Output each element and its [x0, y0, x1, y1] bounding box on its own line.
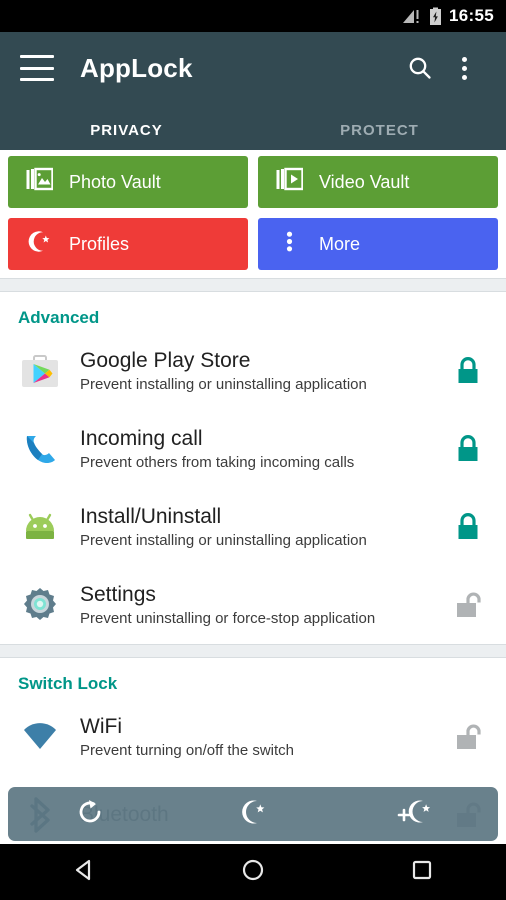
google-play-store-icon — [18, 349, 62, 393]
floating-toolbar — [8, 787, 498, 841]
refresh-icon — [75, 797, 105, 832]
video-vault-icon — [276, 167, 304, 197]
section-divider — [0, 644, 506, 658]
status-bar: 16:55 — [0, 0, 506, 32]
android-robot-icon — [18, 505, 62, 549]
section-title-switch-lock: Switch Lock — [18, 674, 118, 693]
tab-privacy-label: PRIVACY — [90, 121, 163, 139]
photo-vault-button[interactable]: Photo Vault — [8, 156, 248, 208]
hamburger-menu-icon[interactable] — [20, 55, 54, 81]
tab-bar: PRIVACY PROTECT — [0, 104, 506, 156]
list-item-subtitle: Prevent installing or uninstalling appli… — [80, 376, 367, 394]
video-vault-button[interactable]: Video Vault — [258, 156, 498, 208]
list-item-text: Install/Uninstall Prevent installing or … — [80, 505, 430, 550]
gear-icon — [18, 583, 62, 627]
profiles-label: Profiles — [69, 233, 130, 254]
lock-closed-icon[interactable] — [448, 512, 488, 542]
more-label: More — [319, 233, 361, 254]
list-item-title: Google Play Store — [80, 348, 251, 372]
phone-icon — [18, 427, 62, 471]
battery-charging-icon — [429, 7, 442, 26]
photo-vault-icon — [26, 167, 54, 197]
list-item[interactable]: Settings Prevent uninstalling or force-s… — [0, 566, 506, 644]
lock-closed-icon[interactable] — [448, 434, 488, 464]
advanced-list: Google Play Store Prevent installing or … — [0, 332, 506, 644]
section-divider — [0, 278, 506, 292]
search-icon[interactable] — [398, 46, 442, 90]
app-screen: 16:55 AppLock PRIVACY PROTECT Photo Vaul… — [0, 0, 506, 900]
list-item[interactable]: WiFi Prevent turning on/off the switch — [0, 698, 506, 776]
content-area: Photo Vault Video Vault Profiles More Ad… — [0, 150, 506, 844]
list-item-subtitle: Prevent turning on/off the switch — [80, 742, 295, 760]
list-item-text: Google Play Store Prevent installing or … — [80, 349, 430, 394]
lock-closed-icon[interactable] — [448, 356, 488, 386]
refresh-button[interactable] — [8, 787, 171, 841]
back-button[interactable] — [0, 856, 169, 889]
profiles-button[interactable] — [171, 787, 334, 841]
list-item-text: Incoming call Prevent others from taking… — [80, 427, 430, 472]
moon-star-icon — [238, 797, 268, 832]
list-item[interactable]: Install/Uninstall Prevent installing or … — [0, 488, 506, 566]
list-item[interactable]: Incoming call Prevent others from taking… — [0, 410, 506, 488]
photo-vault-label: Photo Vault — [69, 171, 161, 192]
list-item-title: Install/Uninstall — [80, 504, 222, 528]
section-title-advanced: Advanced — [18, 308, 100, 327]
list-item-subtitle: Prevent uninstalling or force-stop appli… — [80, 610, 376, 628]
list-item-title: Incoming call — [80, 426, 203, 450]
list-item[interactable]: Google Play Store Prevent installing or … — [0, 332, 506, 410]
home-icon — [239, 856, 267, 889]
list-item-title: Settings — [80, 582, 156, 606]
quick-action-grid: Photo Vault Video Vault Profiles More — [0, 150, 506, 278]
list-item-text: WiFi Prevent turning on/off the switch — [80, 715, 430, 760]
video-vault-label: Video Vault — [319, 171, 410, 192]
status-bar-clock: 16:55 — [449, 6, 494, 25]
navigation-bar — [0, 844, 506, 900]
home-button[interactable] — [169, 856, 338, 889]
overflow-menu-icon — [276, 229, 303, 259]
page-title: AppLock — [80, 52, 193, 83]
list-item-subtitle: Prevent others from taking incoming call… — [80, 454, 355, 472]
recents-icon — [408, 856, 436, 889]
list-item-text: Settings Prevent uninstalling or force-s… — [80, 583, 430, 628]
lock-open-icon[interactable] — [448, 590, 488, 620]
list-item-title: WiFi — [80, 714, 122, 738]
more-button[interactable]: More — [258, 218, 498, 270]
app-bar-top: AppLock — [0, 32, 506, 104]
signal-no-service-icon — [402, 8, 422, 25]
wifi-icon — [18, 715, 62, 759]
overflow-menu-icon[interactable] — [442, 46, 486, 90]
tab-protect[interactable]: PROTECT — [253, 104, 506, 156]
recents-button[interactable] — [337, 856, 506, 889]
back-icon — [70, 856, 98, 889]
profiles-button[interactable]: Profiles — [8, 218, 248, 270]
tab-privacy[interactable]: PRIVACY — [0, 104, 253, 156]
app-bar: AppLock PRIVACY PROTECT — [0, 32, 506, 156]
add-profile-button[interactable] — [335, 787, 498, 841]
lock-open-icon[interactable] — [448, 722, 488, 752]
moon-star-icon — [26, 229, 53, 259]
list-item-subtitle: Prevent installing or uninstalling appli… — [80, 532, 367, 550]
tab-protect-label: PROTECT — [340, 121, 419, 139]
add-profile-icon — [396, 797, 436, 832]
